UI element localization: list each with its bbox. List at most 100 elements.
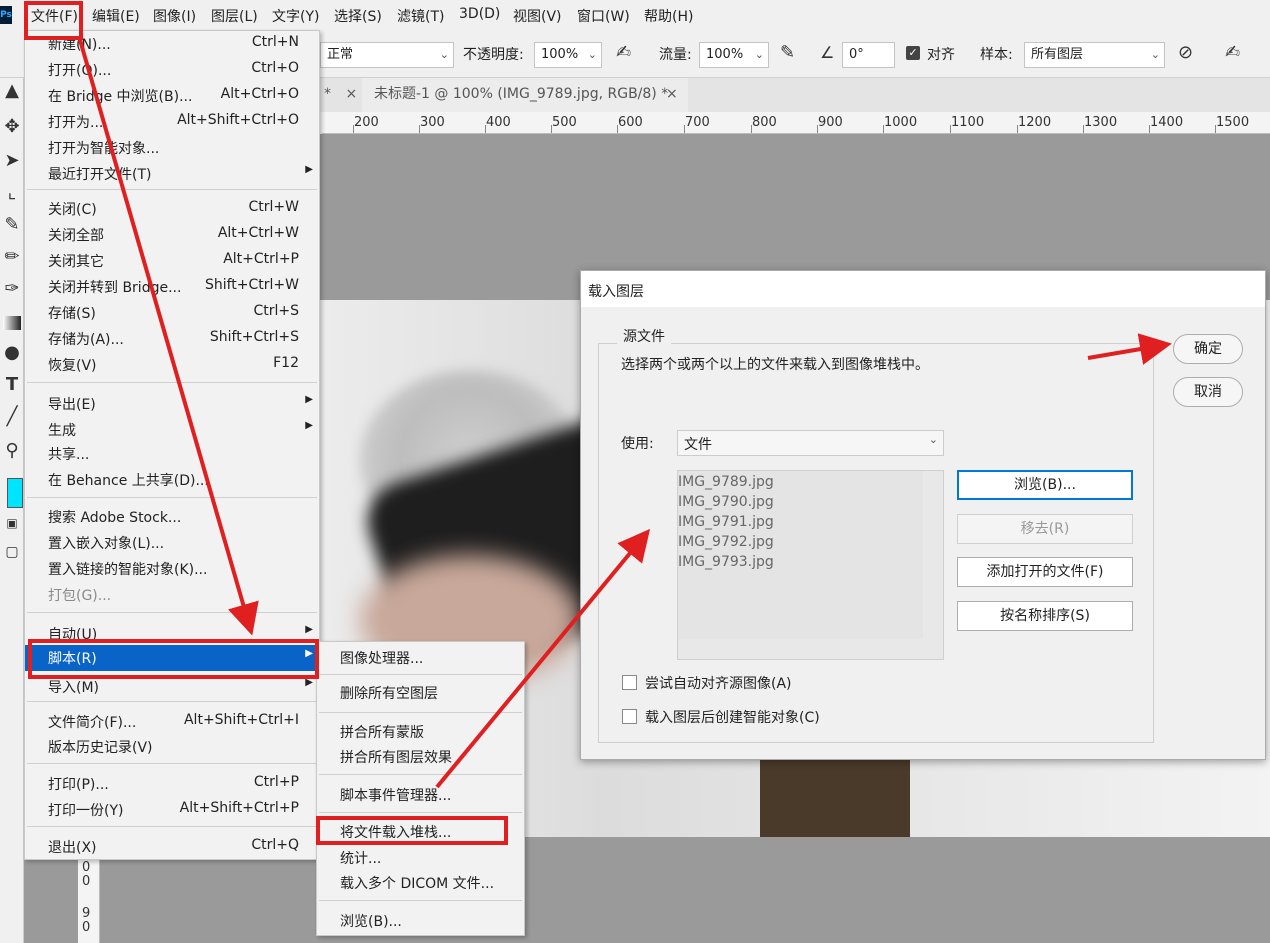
zoom-tool-icon[interactable]: ⚲ <box>0 440 24 461</box>
flow-input[interactable]: 100% ⌄ <box>699 42 769 68</box>
browse-button[interactable]: 浏览(B)... <box>957 470 1133 500</box>
menu-item-close-go-bridge[interactable]: 关闭并转到 Bridge... Shift+Ctrl+W <box>25 274 319 300</box>
ruler-label: 300 <box>420 115 445 130</box>
menu-image[interactable]: 图像(I) <box>153 6 196 26</box>
ruler-label: 400 <box>486 115 511 130</box>
menu-3d[interactable]: 3D(D) <box>459 6 500 22</box>
menu-item-import[interactable]: 导入(M) ▶ <box>25 674 319 700</box>
file-list[interactable]: IMG_9789.jpg IMG_9790.jpg IMG_9791.jpg I… <box>677 470 944 660</box>
submenu-item-browse[interactable]: 浏览(B)... <box>317 908 524 934</box>
menu-item-save-as[interactable]: 存储为(A)... Shift+Ctrl+S <box>25 326 319 352</box>
menu-file[interactable]: 文件(F) <box>31 6 78 26</box>
angle-input[interactable]: 0° <box>842 42 895 68</box>
menu-window[interactable]: 窗口(W) <box>577 6 630 26</box>
add-open-files-button[interactable]: 添加打开的文件(F) <box>957 557 1133 587</box>
menu-item-file-info[interactable]: 文件简介(F)... Alt+Shift+Ctrl+I <box>25 709 319 735</box>
submenu-item-statistics[interactable]: 统计... <box>317 845 524 871</box>
menu-help[interactable]: 帮助(H) <box>644 6 693 26</box>
dodge-tool-icon[interactable]: ● <box>0 342 24 363</box>
menu-select[interactable]: 选择(S) <box>334 6 382 26</box>
menu-item-shortcut: Ctrl+S <box>253 303 299 319</box>
menu-item-generate[interactable]: 生成 ▶ <box>25 417 319 443</box>
blend-mode-select[interactable]: 正常 ⌄ <box>320 42 454 68</box>
ruler-label: 500 <box>552 115 577 130</box>
list-item[interactable]: IMG_9790.jpg <box>678 494 774 510</box>
cancel-button[interactable]: 取消 <box>1173 377 1243 407</box>
auto-align-checkbox[interactable] <box>622 675 637 690</box>
foreground-color-swatch[interactable] <box>7 478 23 508</box>
submenu-item-image-processor[interactable]: 图像处理器... <box>317 645 524 671</box>
clone-stamp-tool-icon[interactable]: ✑ <box>0 278 24 299</box>
menu-item-revert[interactable]: 恢复(V) F12 <box>25 352 319 378</box>
menu-item-place-linked[interactable]: 置入链接的智能对象(K)... <box>25 556 319 582</box>
align-checkbox[interactable]: ✓ <box>906 46 920 60</box>
menu-item-exit[interactable]: 退出(X) Ctrl+Q <box>25 834 319 860</box>
use-select[interactable]: 文件 ⌄ <box>677 430 944 456</box>
brush-tool-icon[interactable]: ✏ <box>0 246 24 267</box>
menu-item-open-smart-object[interactable]: 打开为智能对象... <box>25 135 319 161</box>
submenu-item-flatten-masks[interactable]: 拼合所有蒙版 <box>317 719 524 745</box>
opacity-input[interactable]: 100% ⌄ <box>534 42 602 68</box>
menu-item-automate[interactable]: 自动(U) ▶ <box>25 621 319 647</box>
airbrush-icon[interactable]: ✎ <box>780 42 795 63</box>
menu-item-version-history[interactable]: 版本历史记录(V) <box>25 734 319 760</box>
submenu-item-flatten-effects[interactable]: 拼合所有图层效果 <box>317 744 524 770</box>
menu-item-scripts[interactable]: 脚本(R) ▶ <box>25 645 319 671</box>
menu-filter[interactable]: 滤镜(T) <box>397 6 444 26</box>
ruler-tick <box>1083 125 1084 133</box>
move-tool-icon[interactable]: ✥ <box>0 116 24 137</box>
menu-view[interactable]: 视图(V) <box>513 6 562 26</box>
list-item[interactable]: IMG_9789.jpg <box>678 474 774 490</box>
submenu-item-delete-empty-layers[interactable]: 删除所有空图层 <box>317 680 524 706</box>
menu-item-open-as[interactable]: 打开为... Alt+Shift+Ctrl+O <box>25 109 319 135</box>
menu-item-close[interactable]: 关闭(C) Ctrl+W <box>25 196 319 222</box>
pressure-size-icon[interactable]: ✍ <box>1225 42 1240 63</box>
list-item[interactable]: IMG_9792.jpg <box>678 534 774 550</box>
use-label: 使用: <box>621 436 654 452</box>
menu-item-place-embedded[interactable]: 置入嵌入对象(L)... <box>25 530 319 556</box>
ok-button[interactable]: 确定 <box>1173 334 1243 364</box>
menu-item-recent-files[interactable]: 最近打开文件(T) ▶ <box>25 161 319 187</box>
default-colors-icon[interactable]: ▣ <box>0 516 24 530</box>
line-tool-icon[interactable]: ╱ <box>0 406 24 427</box>
menu-item-close-others[interactable]: 关闭其它 Alt+Ctrl+P <box>25 248 319 274</box>
menu-item-new[interactable]: 新建(N)... Ctrl+N <box>25 31 319 57</box>
home-icon[interactable]: ▲ <box>0 80 24 101</box>
tab-document-2[interactable]: 未标题-1 @ 100% (IMG_9789.jpg, RGB/8) * × <box>362 78 688 112</box>
smart-object-checkbox[interactable] <box>622 709 637 724</box>
ignore-adjustment-layers-icon[interactable]: ⊘ <box>1178 42 1193 63</box>
list-item[interactable]: IMG_9793.jpg <box>678 554 774 570</box>
submenu-item-script-events-manager[interactable]: 脚本事件管理器... <box>317 782 524 808</box>
menu-item-save[interactable]: 存储(S) Ctrl+S <box>25 300 319 326</box>
close-icon[interactable]: × <box>666 78 678 112</box>
menu-item-open[interactable]: 打开(O)... Ctrl+O <box>25 57 319 83</box>
menu-item-print-one[interactable]: 打印一份(Y) Alt+Shift+Ctrl+P <box>25 797 319 823</box>
tab-document-1[interactable]: * × <box>324 78 357 112</box>
menu-item-search-stock[interactable]: 搜索 Adobe Stock... <box>25 504 319 530</box>
menu-item-print[interactable]: 打印(P)... Ctrl+P <box>25 771 319 797</box>
menu-layer[interactable]: 图层(L) <box>211 6 258 26</box>
menu-edit[interactable]: 编辑(E) <box>92 6 140 26</box>
type-tool-icon[interactable]: T <box>0 374 24 395</box>
pressure-opacity-icon[interactable]: ✍ <box>616 42 631 63</box>
lasso-tool-icon[interactable]: ➤ <box>0 150 24 171</box>
menu-item-close-all[interactable]: 关闭全部 Alt+Ctrl+W <box>25 222 319 248</box>
crop-tool-icon[interactable]: ⌞ <box>0 182 24 203</box>
list-item[interactable]: IMG_9791.jpg <box>678 514 774 530</box>
menu-item-browse-bridge[interactable]: 在 Bridge 中浏览(B)... Alt+Ctrl+O <box>25 83 319 109</box>
auto-align-label: 尝试自动对齐源图像(A) <box>645 676 792 692</box>
sample-select[interactable]: 所有图层 ⌄ <box>1024 42 1165 68</box>
quick-mask-icon[interactable]: ▢ <box>0 544 24 560</box>
eyedropper-tool-icon[interactable]: ✎ <box>0 214 24 235</box>
sort-by-name-button[interactable]: 按名称排序(S) <box>957 601 1133 631</box>
submenu-arrow-icon: ▶ <box>305 648 313 659</box>
menu-item-export[interactable]: 导出(E) ▶ <box>25 391 319 417</box>
submenu-item-load-files-into-stack[interactable]: 将文件载入堆栈... <box>317 819 524 845</box>
menu-item-share[interactable]: 共享... <box>25 441 319 467</box>
menu-type[interactable]: 文字(Y) <box>272 6 319 26</box>
submenu-item-load-dicom[interactable]: 载入多个 DICOM 文件... <box>317 870 524 896</box>
gradient-tool-icon[interactable] <box>3 316 21 330</box>
menu-item-label: 在 Bridge 中浏览(B)... <box>48 89 193 105</box>
menu-item-share-behance[interactable]: 在 Behance 上共享(D)... <box>25 467 319 493</box>
close-icon[interactable]: × <box>345 86 357 102</box>
